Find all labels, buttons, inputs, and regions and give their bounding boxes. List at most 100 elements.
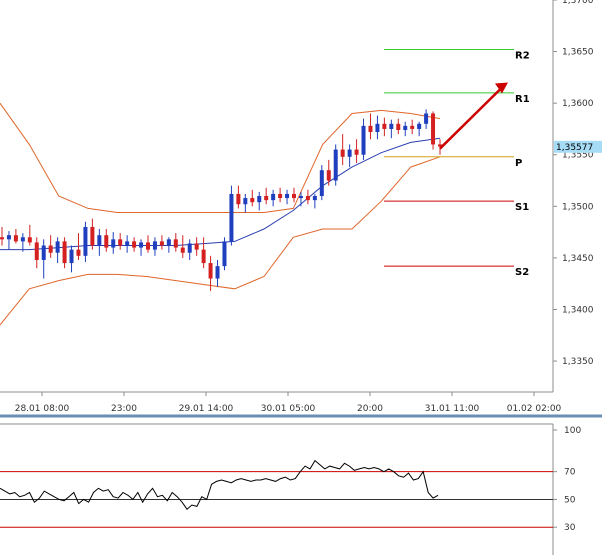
level-label-r1: R1 [515, 94, 530, 105]
candle-body [180, 247, 185, 253]
candle [382, 117, 387, 137]
candle [146, 235, 150, 253]
candle-body [305, 196, 310, 201]
candle [152, 237, 157, 256]
candle-body [20, 237, 25, 242]
candle [229, 185, 234, 246]
candle [375, 115, 380, 140]
candle [326, 159, 331, 186]
level-label-s2: S2 [515, 267, 529, 278]
candle [361, 118, 366, 160]
candle-body [111, 239, 116, 248]
candle-body [104, 235, 109, 248]
candle [125, 235, 130, 253]
y-tick-label: 1,3450 [562, 254, 594, 264]
candle-body [118, 239, 123, 246]
candle [424, 109, 429, 129]
candle-body [76, 249, 81, 256]
candle [312, 193, 317, 209]
candle [222, 237, 227, 271]
candle [55, 237, 60, 264]
level-label-p: P [515, 158, 522, 169]
candle-body [243, 198, 248, 205]
candle-body [417, 123, 422, 129]
candle-body [97, 235, 102, 246]
candle [34, 237, 39, 269]
main-chart-panel [0, 0, 554, 393]
candlesticks [0, 109, 442, 291]
bollinger-upper [0, 102, 441, 213]
candle-body [187, 243, 192, 253]
candle-body [312, 196, 317, 201]
indicator-line [0, 459, 439, 510]
candle [41, 239, 46, 279]
candle-body [201, 249, 206, 264]
candle-body [361, 125, 366, 155]
candle-body [146, 242, 150, 250]
candle [243, 193, 248, 213]
candle [396, 118, 401, 135]
candle-body [340, 149, 345, 157]
candle [20, 233, 25, 252]
candle [27, 224, 32, 246]
candle-body [257, 196, 262, 203]
candle [319, 165, 324, 201]
candle-body [194, 243, 199, 250]
y-tick-label: 1,3650 [562, 48, 594, 58]
x-tick-label: 29.01 14:00 [179, 404, 234, 414]
candle-body [69, 249, 74, 264]
indicator-series [0, 459, 439, 510]
candle-body [6, 235, 11, 240]
candle [389, 119, 394, 139]
candle-body [222, 241, 227, 267]
candle-body [173, 239, 178, 248]
candle-body [424, 113, 429, 124]
indicator-tick-label: 50 [564, 495, 576, 505]
candle-body [347, 149, 352, 157]
candle [236, 185, 241, 209]
candle [271, 189, 276, 207]
candle [340, 134, 345, 166]
indicator-tick-label: 70 [564, 468, 576, 478]
indicator-y-axis: 100 70 50 30 [553, 426, 581, 533]
level-label-s1: S1 [515, 202, 529, 213]
time-axis: 28.01 08:00 23:00 29.01 14:00 30.01 05:00 20… [15, 392, 562, 414]
candle-body [271, 193, 276, 201]
candle [180, 235, 185, 258]
x-tick-label: 23:00 [111, 404, 137, 414]
bollinger-middle [0, 137, 441, 251]
pivot-levels: R2 R1 P S1 S2 [384, 49, 530, 278]
candle [62, 237, 67, 269]
main-y-axis: 1,37001,36501,36001,35501,35001,34501,34… [553, 0, 602, 367]
candle-body [83, 226, 88, 256]
candle-body [396, 123, 401, 130]
candle-body [166, 239, 171, 246]
candle-body [236, 193, 241, 205]
candle-body [264, 196, 269, 201]
candle-body [48, 245, 53, 253]
candle-body [354, 149, 359, 155]
x-tick-label: 31.01 11:00 [425, 404, 480, 414]
candle-body [0, 237, 4, 240]
x-tick-label: 01.02 02:00 [507, 404, 562, 414]
candle [48, 235, 53, 258]
candle [305, 189, 310, 205]
candle [6, 231, 11, 250]
candle-body [125, 241, 130, 246]
candle-body [410, 125, 415, 129]
candle-body [333, 149, 338, 181]
candle [403, 121, 408, 137]
indicator-panel [0, 423, 554, 555]
candle [347, 144, 352, 168]
candle-body [90, 226, 95, 246]
candle [111, 232, 116, 254]
signal-arrow-shaft [439, 84, 505, 150]
candle-body [375, 123, 380, 133]
candle-body [13, 235, 18, 242]
candle-body [229, 193, 234, 242]
candle [354, 139, 359, 163]
candle-body [298, 196, 303, 199]
candle [159, 235, 164, 250]
bollinger-lower [0, 156, 441, 326]
candle [410, 119, 415, 135]
